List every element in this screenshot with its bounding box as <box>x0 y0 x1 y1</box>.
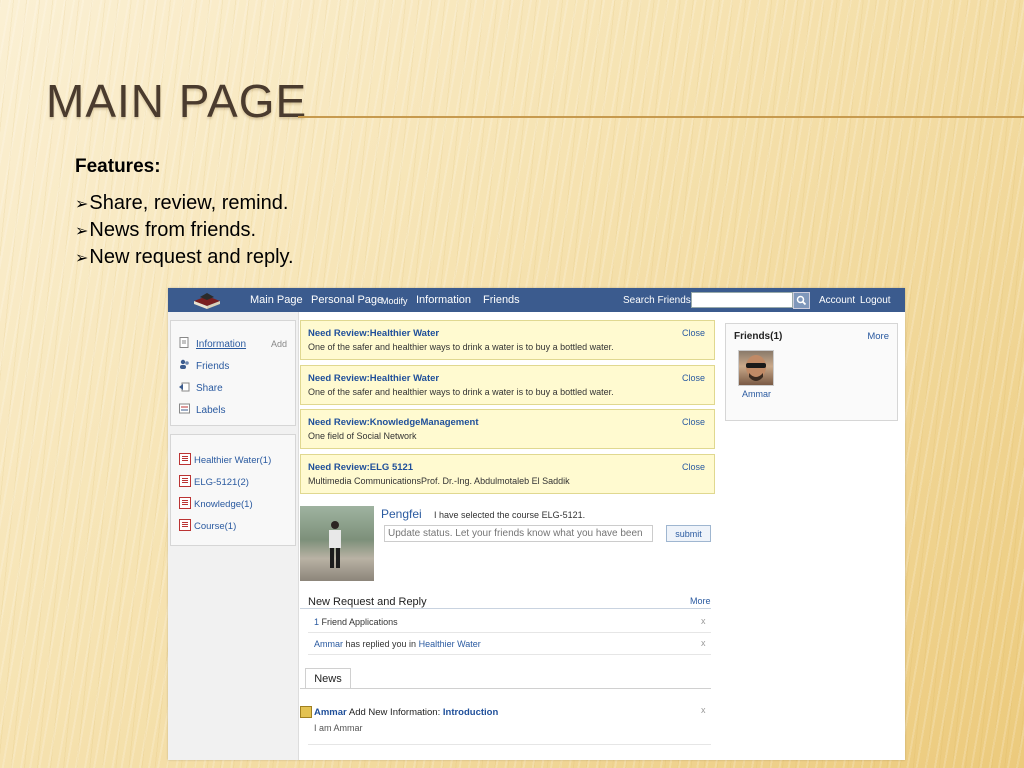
features-heading: Features: <box>75 156 161 177</box>
sidebar-menu-panel: Information Add Friends Share Labels <box>170 320 296 426</box>
friends-more-link[interactable]: More <box>867 331 889 342</box>
search-button[interactable] <box>793 292 810 309</box>
friends-title: Friends(1) <box>734 331 783 342</box>
dismiss-icon[interactable]: x <box>701 705 706 715</box>
reply-user-link[interactable]: Ammar <box>314 639 343 649</box>
review-description: One of the safer and healthier ways to d… <box>308 387 614 397</box>
slide-title: Main Page <box>46 75 308 127</box>
requests-more-link[interactable]: More <box>690 596 711 606</box>
review-description: Multimedia CommunicationsProf. Dr.-Ing. … <box>308 476 570 486</box>
review-card: Need Review:KnowledgeManagement One fiel… <box>300 409 715 449</box>
review-description: One field of Social Network <box>308 431 417 441</box>
row-divider <box>308 632 711 633</box>
review-title[interactable]: Need Review:ELG 5121 <box>308 462 413 473</box>
review-title[interactable]: Need Review:KnowledgeManagement <box>308 417 479 428</box>
app-screenshot: Main Page Personal Page Modify Informati… <box>168 288 905 760</box>
search-icon <box>796 295 807 306</box>
tag-document-icon <box>179 519 191 531</box>
friend-name-link[interactable]: Ammar <box>742 389 771 399</box>
dismiss-icon[interactable]: x <box>701 638 706 648</box>
news-user-link[interactable]: Ammar <box>314 707 347 718</box>
tag-document-icon <box>179 453 191 465</box>
reply-topic-link[interactable]: Healthier Water <box>419 639 481 649</box>
search-friends-label: Search Friends <box>623 295 691 306</box>
feature-item: ➢Share, review, remind. <box>75 192 289 214</box>
tag-document-icon <box>179 497 191 509</box>
book-logo-icon <box>194 293 220 309</box>
tag-healthier-water[interactable]: Healthier Water(1) <box>179 453 271 466</box>
friends-panel: Friends(1) More Ammar <box>725 323 898 421</box>
tab-news[interactable]: News <box>305 668 351 689</box>
nav-modify[interactable]: Modify <box>381 296 408 306</box>
friend-applications-count[interactable]: 1 <box>314 617 319 627</box>
nav-friends[interactable]: Friends <box>483 294 520 306</box>
nav-main-page[interactable]: Main Page <box>250 294 303 306</box>
left-sidebar: Information Add Friends Share Labels Hea… <box>168 312 299 760</box>
friend-applications-text: Friend Applications <box>321 617 398 627</box>
review-title[interactable]: Need Review:Healthier Water <box>308 373 439 384</box>
users-icon <box>179 359 190 369</box>
share-icon <box>179 381 190 392</box>
feature-item: ➢New request and reply. <box>75 246 294 268</box>
document-icon <box>179 337 190 348</box>
review-close-link[interactable]: Close <box>682 417 705 427</box>
sidebar-item-labels[interactable]: Labels <box>179 403 225 416</box>
top-navigation-bar: Main Page Personal Page Modify Informati… <box>168 288 905 312</box>
person-figure-icon <box>329 521 341 568</box>
news-divider <box>300 688 711 689</box>
review-title[interactable]: Need Review:Healthier Water <box>308 328 439 339</box>
row-divider <box>308 654 711 655</box>
review-close-link[interactable]: Close <box>682 328 705 338</box>
arrow-bullet-icon: ➢ <box>75 223 89 240</box>
sidebar-item-friends[interactable]: Friends <box>179 359 229 372</box>
review-close-link[interactable]: Close <box>682 373 705 383</box>
tag-document-icon <box>179 475 191 487</box>
labels-icon <box>179 403 190 414</box>
review-close-link[interactable]: Close <box>682 462 705 472</box>
sidebar-tags-panel: Healthier Water(1) ELG-5121(2) Knowledge… <box>170 434 296 546</box>
reply-text: has replied you in <box>345 639 417 649</box>
row-divider <box>308 744 711 745</box>
tag-course[interactable]: Course(1) <box>179 519 236 532</box>
status-username[interactable]: Pengfei <box>381 507 422 521</box>
friend-face-icon <box>746 355 766 381</box>
add-information-link[interactable]: Add <box>271 339 287 349</box>
requests-heading: New Request and Reply <box>308 596 427 608</box>
user-photo <box>300 506 374 581</box>
news-action: Add New Information: <box>348 707 441 718</box>
arrow-bullet-icon: ➢ <box>75 196 89 213</box>
search-friends-input[interactable] <box>691 292 793 308</box>
dismiss-icon[interactable]: x <box>701 616 706 626</box>
title-divider <box>298 116 1024 118</box>
review-card: Need Review:Healthier Water One of the s… <box>300 365 715 405</box>
feature-item: ➢News from friends. <box>75 219 257 241</box>
logout-link[interactable]: Logout <box>860 295 891 306</box>
request-row-reply: Ammar has replied you in Healthier Water <box>314 639 481 649</box>
feature-list: ➢Share, review, remind. ➢News from frien… <box>75 190 294 271</box>
news-item: Ammar Add New Information: Introduction <box>314 707 498 718</box>
request-row-friend-applications: 1 Friend Applications <box>314 617 398 627</box>
tag-knowledge[interactable]: Knowledge(1) <box>179 497 253 510</box>
nav-personal-page[interactable]: Personal Page <box>311 294 383 306</box>
review-description: One of the safer and healthier ways to d… <box>308 342 614 352</box>
sidebar-item-information[interactable]: Information <box>179 337 246 350</box>
account-link[interactable]: Account <box>819 295 855 306</box>
review-card: Need Review:Healthier Water One of the s… <box>300 320 715 360</box>
nav-information[interactable]: Information <box>416 294 471 306</box>
news-subtext: I am Ammar <box>314 723 363 733</box>
status-update-input[interactable] <box>384 525 653 542</box>
pencil-note-icon <box>300 706 312 718</box>
arrow-bullet-icon: ➢ <box>75 250 89 267</box>
status-text: I have selected the course ELG-5121. <box>434 510 586 520</box>
requests-divider <box>300 608 711 609</box>
tag-elg-5121[interactable]: ELG-5121(2) <box>179 475 249 488</box>
submit-button[interactable]: submit <box>666 525 711 542</box>
news-topic-link[interactable]: Introduction <box>443 707 498 718</box>
avatar[interactable] <box>738 350 774 386</box>
review-card: Need Review:ELG 5121 Multimedia Communic… <box>300 454 715 494</box>
sidebar-item-share[interactable]: Share <box>179 381 223 394</box>
